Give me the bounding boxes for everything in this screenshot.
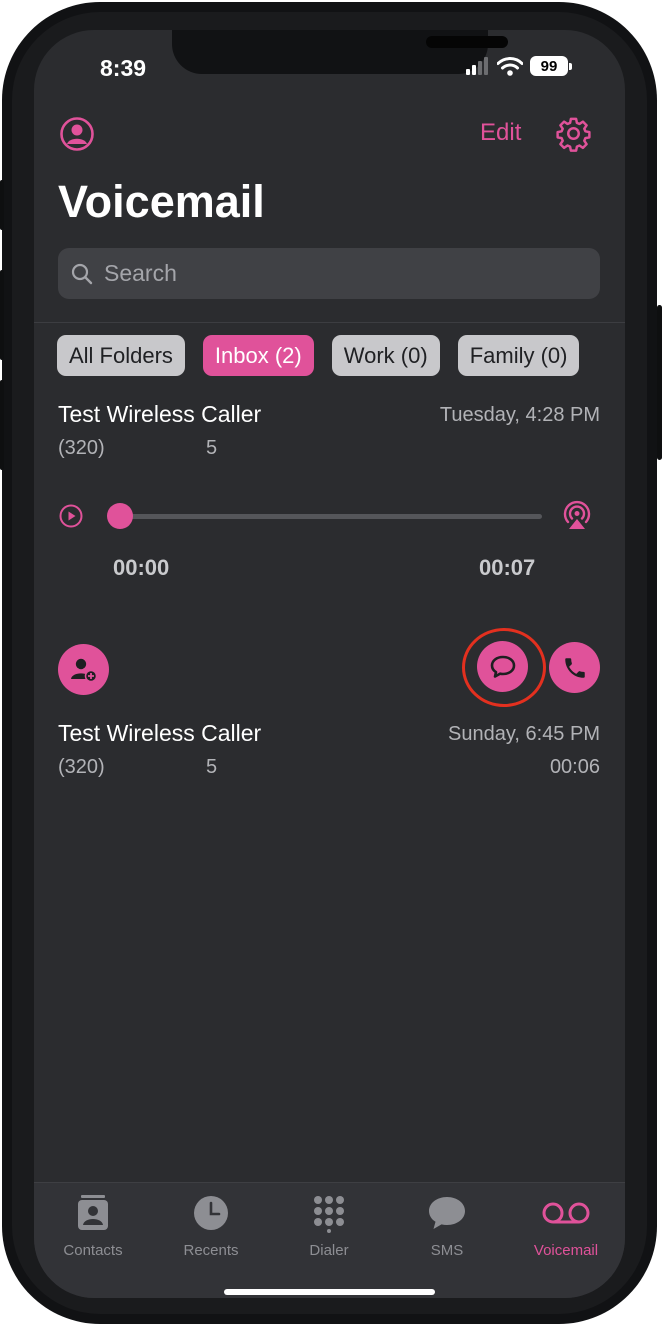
voicemail-icon [542, 1202, 590, 1224]
playback-elapsed: 00:00 [113, 555, 170, 580]
playback-total: 00:07 [479, 555, 536, 580]
tab-voicemail-label: Voicemail [533, 1242, 599, 1259]
folder-chip-family[interactable]: Family (0) [457, 335, 580, 376]
signal-icon [466, 57, 488, 75]
status-time: 8:39 [100, 55, 147, 81]
voicemail-2-caller[interactable]: Test Wireless Caller [58, 720, 261, 747]
playback-track[interactable] [120, 514, 542, 519]
home-indicator[interactable] [224, 1289, 435, 1295]
profile-icon[interactable] [59, 116, 95, 152]
contacts-icon [78, 1195, 108, 1230]
tab-dialer-label: Dialer [309, 1242, 349, 1259]
page-title: Voicemail [58, 176, 265, 227]
wifi-icon [497, 56, 523, 76]
volume-down-button [0, 380, 4, 470]
folder-chip-inbox[interactable]: Inbox (2) [202, 335, 314, 376]
search-icon [71, 263, 93, 284]
call-back-button[interactable] [549, 642, 600, 693]
voicemail-1-number-digit: 5 [206, 437, 218, 459]
message-button[interactable] [477, 641, 528, 692]
voicemail-2-area-code: (320) [58, 756, 105, 778]
tab-dialer[interactable]: Dialer [270, 1193, 388, 1259]
playback-scrubber[interactable] [107, 503, 133, 529]
folder-chip-all-folders[interactable]: All Folders [57, 335, 185, 376]
tab-recents-label: Recents [183, 1242, 239, 1259]
mute-switch [0, 180, 4, 230]
tab-sms-label: SMS [430, 1242, 464, 1259]
clock-icon [194, 1196, 228, 1230]
notch [172, 30, 508, 74]
chat-bubble-icon [429, 1197, 465, 1229]
play-icon[interactable] [59, 504, 83, 528]
tab-contacts[interactable]: Contacts [34, 1193, 152, 1259]
voicemail-2-duration: 00:06 [549, 756, 600, 778]
message-bubble-icon [490, 655, 515, 678]
edit-button[interactable]: Edit [480, 119, 521, 147]
search-field[interactable]: Search [58, 248, 600, 299]
voicemail-1-caller[interactable]: Test Wireless Caller [58, 401, 261, 428]
battery-nub [569, 62, 572, 70]
tab-voicemail[interactable]: Voicemail [507, 1193, 625, 1259]
tab-recents[interactable]: Recents [152, 1193, 270, 1259]
tab-bar: Contacts Recents Dialer SMS Voicemail [34, 1182, 625, 1298]
phone-icon [564, 657, 585, 678]
voicemail-2-timestamp: Sunday, 6:45 PM [448, 723, 600, 745]
add-contact-button[interactable] [58, 644, 109, 695]
voicemail-1-timestamp: Tuesday, 4:28 PM [439, 404, 600, 426]
gear-icon[interactable] [555, 115, 592, 152]
airplay-audio-icon[interactable] [561, 500, 593, 532]
header-divider [34, 322, 625, 323]
phone-screen: 8:39 99 Edit Voicemail Search All Folder… [34, 30, 625, 1298]
folder-filter-bar: All Folders Inbox (2) Work (0) Family (0… [57, 335, 580, 376]
keypad-icon [314, 1196, 344, 1233]
tab-sms[interactable]: SMS [388, 1193, 506, 1259]
battery-indicator: 99 [530, 56, 568, 76]
status-indicators: 99 [466, 56, 572, 76]
add-person-icon [70, 658, 97, 682]
power-button [657, 305, 662, 460]
tab-contacts-label: Contacts [63, 1242, 123, 1259]
search-placeholder: Search [104, 260, 177, 286]
voicemail-1-area-code: (320) [58, 437, 105, 459]
volume-up-button [0, 270, 4, 360]
voicemail-2-number-digit: 5 [206, 756, 218, 778]
speaker [426, 36, 508, 48]
folder-chip-work[interactable]: Work (0) [331, 335, 440, 376]
